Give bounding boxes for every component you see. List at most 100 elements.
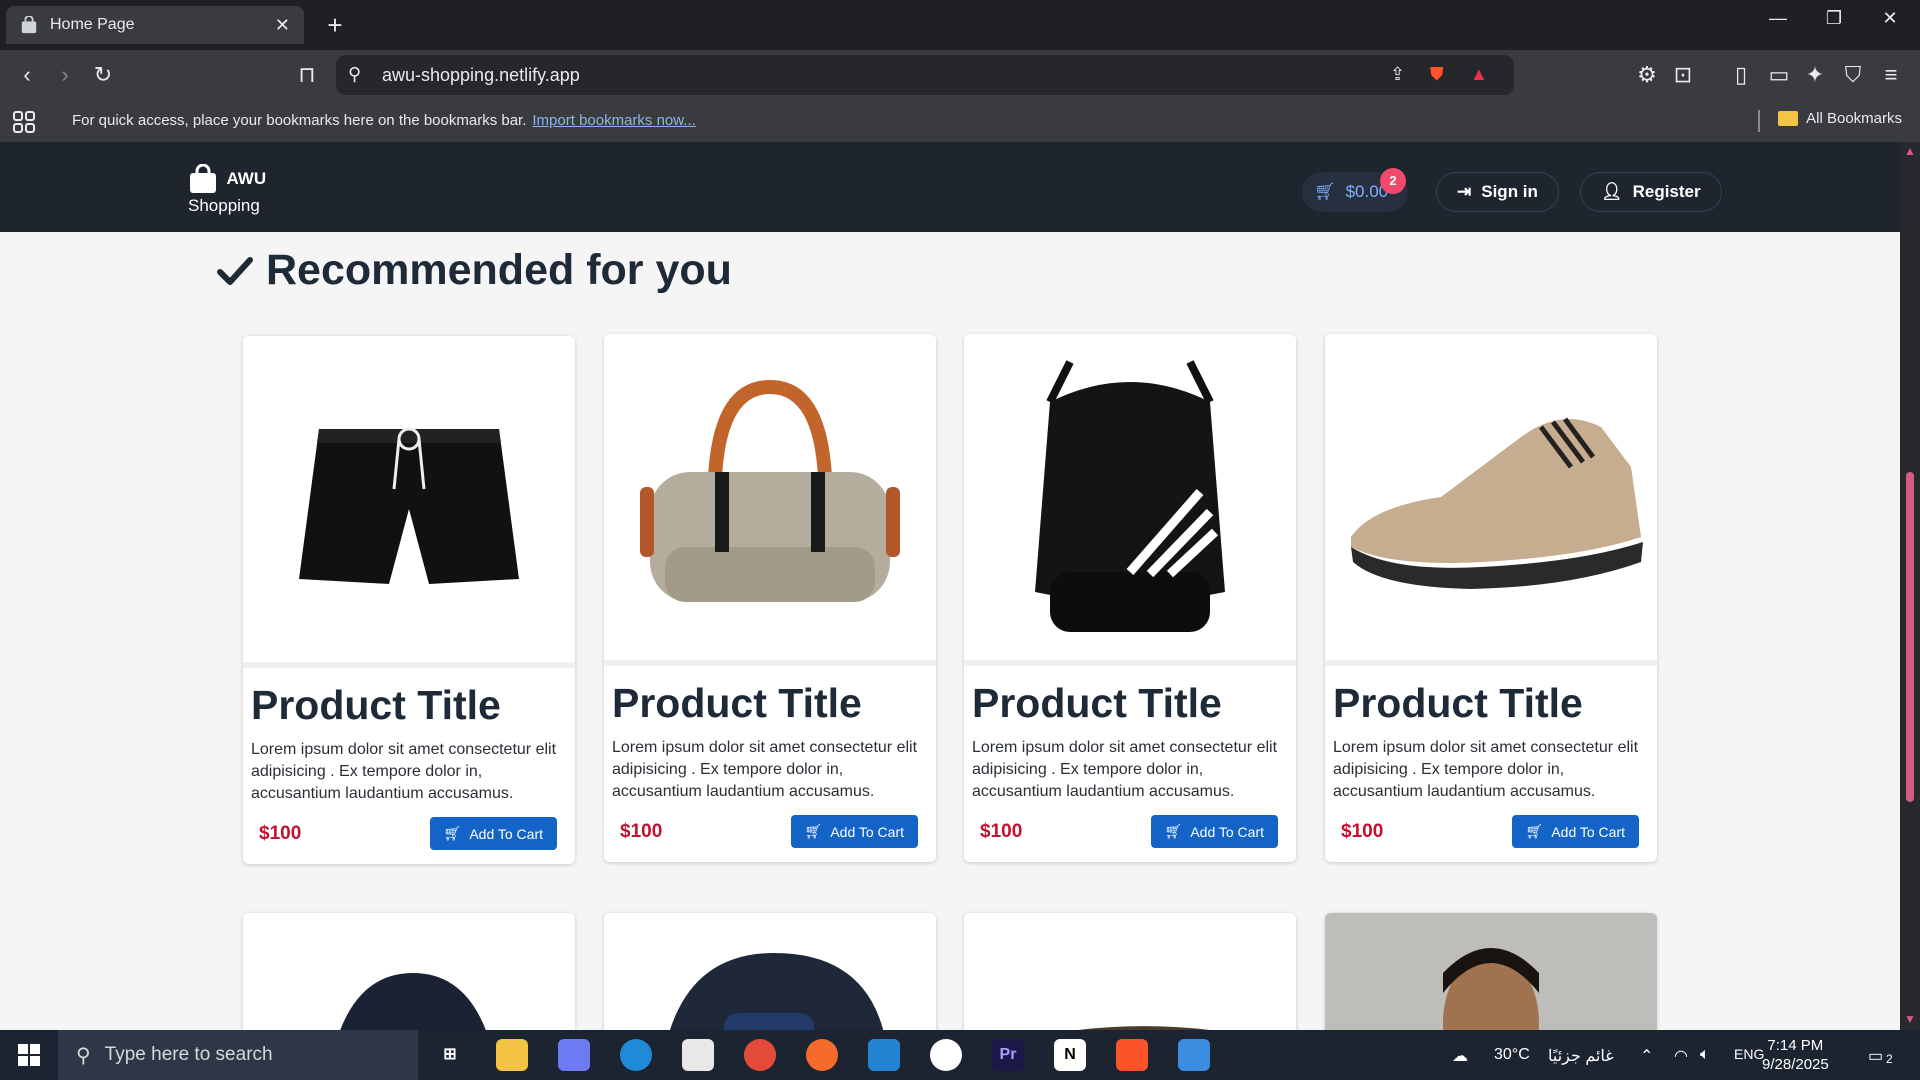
premiere-pro-icon[interactable]: Pr	[992, 1039, 1024, 1071]
check-icon	[217, 256, 253, 285]
notion-icon[interactable]: N	[1054, 1039, 1086, 1071]
product-image[interactable]	[964, 334, 1296, 666]
bookmarks-message: For quick access, place your bookmarks h…	[72, 112, 696, 129]
all-bookmarks-label: All Bookmarks	[1806, 110, 1902, 127]
site-logo[interactable]: AWU Shopping	[188, 164, 266, 216]
product-price: $100	[620, 820, 663, 842]
product-image[interactable]	[604, 334, 936, 666]
add-to-cart-button[interactable]: 🛒︎ Add To Cart	[1511, 815, 1639, 848]
add-to-cart-label: Add To Cart	[830, 823, 904, 840]
import-bookmarks-link[interactable]: Import bookmarks now...	[532, 112, 695, 129]
bookmarks-bar: For quick access, place your bookmarks h…	[0, 100, 1920, 142]
add-to-cart-button[interactable]: 🛒︎ Add To Cart	[1150, 815, 1278, 848]
reload-icon[interactable]: ↻	[90, 62, 116, 88]
sign-in-button[interactable]: ⇥ Sign in	[1436, 172, 1559, 212]
weather-condition[interactable]: غائم جزئيًا	[1548, 1046, 1614, 1066]
scrollbar-thumb[interactable]	[1906, 472, 1914, 802]
duffel-bag-image	[640, 379, 900, 602]
brave-browser-icon[interactable]	[1116, 1039, 1148, 1071]
mongodb-compass-icon[interactable]	[930, 1039, 962, 1071]
product-card-partial[interactable]	[1325, 913, 1657, 1030]
forward-icon[interactable]: ›	[52, 62, 78, 88]
clock[interactable]: 7:14 PM 9/28/2025	[1762, 1036, 1829, 1074]
shopping-bag-icon	[190, 164, 216, 193]
register-button[interactable]: 👤︎ Register	[1580, 172, 1722, 212]
cart-icon: 🛒︎	[1314, 182, 1336, 201]
knit-sneaker-image	[1351, 417, 1643, 589]
product-card-partial[interactable]	[243, 913, 575, 1030]
notification-icon[interactable]: ▭	[1868, 1046, 1883, 1066]
product-description: Lorem ipsum dolor sit amet consectetur e…	[612, 739, 918, 800]
product-description: Lorem ipsum dolor sit amet consectetur e…	[1333, 739, 1639, 800]
brave-rewards-icon[interactable]: ▲	[1470, 64, 1488, 85]
close-window-button[interactable]: ✕	[1870, 8, 1910, 29]
taskbar-search[interactable]: ⚲ Type here to search	[58, 1030, 418, 1080]
search-placeholder: Type here to search	[104, 1044, 273, 1065]
task-view-icon[interactable]: ⊞	[434, 1039, 466, 1071]
all-bookmarks-button[interactable]: All Bookmarks	[1778, 110, 1902, 127]
clock-date: 9/28/2025	[1762, 1056, 1829, 1073]
edge-icon[interactable]	[620, 1039, 652, 1071]
section-heading: Recommended for you	[216, 246, 732, 295]
brave-shields-icon[interactable]: ⛊	[1430, 64, 1444, 85]
scroll-up-icon[interactable]: ▲	[1904, 144, 1916, 158]
product-title[interactable]: Product Title	[251, 682, 567, 729]
back-icon[interactable]: ‹	[14, 62, 40, 88]
product-card: Product Title Lorem ipsum dolor sit amet…	[1325, 334, 1657, 862]
bookmarks-hint: For quick access, place your bookmarks h…	[72, 112, 527, 129]
product-price: $100	[259, 822, 302, 844]
sidebar-icon[interactable]: ▯	[1728, 62, 1754, 88]
restore-button[interactable]: ❐	[1814, 8, 1854, 29]
url-text[interactable]: awu-shopping.netlify.app	[382, 65, 580, 86]
add-to-cart-button[interactable]: 🛒︎ Add To Cart	[790, 815, 918, 848]
black-shorts-image	[299, 427, 519, 584]
menu-icon[interactable]: ≡	[1878, 62, 1904, 88]
postman-icon[interactable]	[806, 1039, 838, 1071]
person-photo	[1443, 948, 1539, 1030]
weather-icon[interactable]: ☁	[1452, 1046, 1468, 1066]
scroll-down-icon[interactable]: ▼	[1904, 1012, 1916, 1026]
site-navbar: AWU Shopping 🛒︎ $0.00 2 ⇥ Sign in 👤︎ Reg…	[0, 142, 1900, 232]
product-title[interactable]: Product Title	[612, 680, 928, 727]
volume-icon[interactable]: 🔈︎	[1700, 1046, 1710, 1064]
wallet-icon[interactable]: ▭	[1766, 62, 1792, 88]
smartwatch-image	[670, 953, 884, 1030]
page-scrollbar[interactable]: ▲ ▼	[1900, 142, 1920, 1030]
show-hidden-icons[interactable]: ⌃	[1640, 1046, 1653, 1066]
copilot-icon[interactable]	[558, 1039, 590, 1071]
vpn-shield-icon[interactable]: ⛉	[1840, 62, 1866, 88]
new-tab-button[interactable]: +	[320, 10, 350, 40]
store-icon[interactable]	[682, 1039, 714, 1071]
file-explorer-icon[interactable]	[496, 1039, 528, 1071]
product-image[interactable]	[243, 336, 575, 668]
chrome-icon[interactable]	[744, 1039, 776, 1071]
product-image[interactable]	[1325, 334, 1657, 666]
bookmark-icon[interactable]: ⊓	[294, 62, 320, 88]
wifi-icon[interactable]: ◠	[1674, 1046, 1688, 1066]
browser-tab[interactable]: Home Page ✕	[6, 6, 304, 44]
weather-temp[interactable]: 30°C	[1494, 1046, 1530, 1064]
apps-grid-icon[interactable]	[12, 110, 36, 134]
vscode-icon[interactable]	[868, 1039, 900, 1071]
share-icon[interactable]: ⇪	[1390, 64, 1405, 85]
product-title[interactable]: Product Title	[972, 680, 1288, 727]
address-bar[interactable]: ⚲ awu-shopping.netlify.app ⇪ ⛊ ▲	[336, 55, 1514, 95]
leo-ai-icon[interactable]: ✦	[1802, 62, 1828, 88]
cart-icon: 🛒︎	[804, 823, 823, 839]
register-label: Register	[1632, 182, 1701, 201]
add-to-cart-label: Add To Cart	[469, 825, 543, 842]
product-title[interactable]: Product Title	[1333, 680, 1649, 727]
minimize-button[interactable]: —	[1758, 8, 1798, 29]
add-to-cart-label: Add To Cart	[1190, 823, 1264, 840]
windows-start-icon[interactable]	[18, 1044, 40, 1066]
product-card-partial[interactable]	[964, 913, 1296, 1030]
add-to-cart-button[interactable]: 🛒︎ Add To Cart	[429, 817, 557, 850]
extensions-icon[interactable]: ⚙	[1634, 62, 1660, 88]
reader-icon[interactable]: ⊡	[1670, 62, 1696, 88]
language-indicator[interactable]: ENG	[1734, 1046, 1764, 1062]
close-tab-icon[interactable]: ✕	[275, 15, 290, 36]
add-to-cart-label: Add To Cart	[1551, 823, 1625, 840]
photos-icon[interactable]	[1178, 1039, 1210, 1071]
site-settings-icon[interactable]: ⚲	[348, 64, 361, 85]
product-card-partial[interactable]	[604, 913, 936, 1030]
